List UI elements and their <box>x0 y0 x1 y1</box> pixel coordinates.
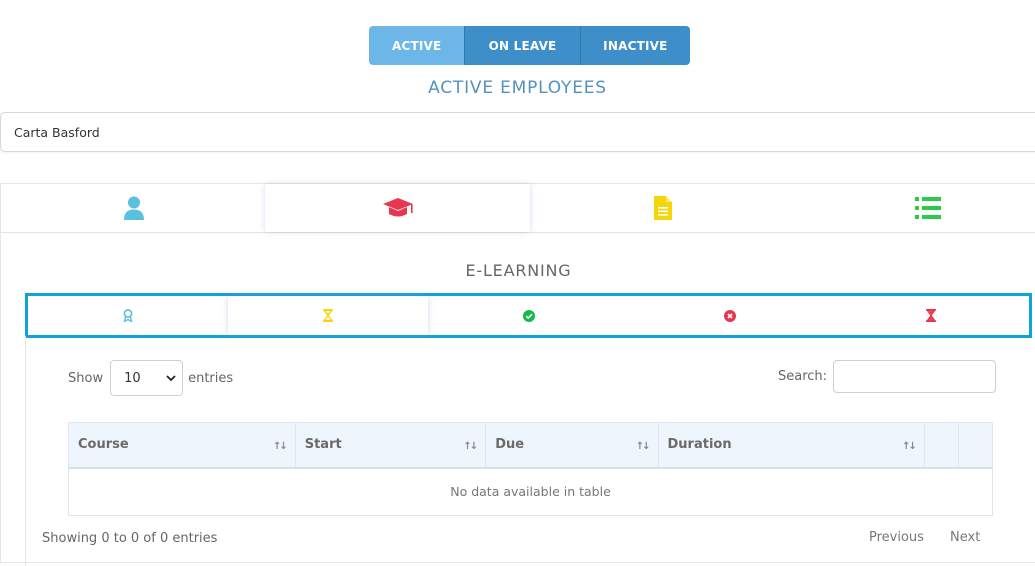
status-toggle-group: ACTIVE ON LEAVE INACTIVE <box>369 26 690 65</box>
graduation-cap-icon <box>382 198 413 217</box>
sub-tab-expired[interactable] <box>831 296 1031 335</box>
list-icon <box>914 197 941 219</box>
tab-documents[interactable] <box>530 184 795 232</box>
search-input[interactable] <box>833 360 997 393</box>
chevron-down-icon <box>166 374 176 381</box>
section-title: E-LEARNING <box>465 261 572 280</box>
user-icon <box>123 196 144 220</box>
tab-list[interactable] <box>795 184 1035 232</box>
table-info: Showing 0 to 0 of 0 entries <box>42 531 218 546</box>
search-label: Search: <box>778 369 828 384</box>
sub-tab-certificates[interactable] <box>28 296 228 335</box>
table-search: Search: <box>778 360 997 393</box>
table-header-row: Course ↑↓ Start ↑↓ Due ↑↓ Duration ↑↓ <box>68 422 994 469</box>
table-row: No data available in table <box>68 467 993 516</box>
column-header-action-2 <box>957 422 994 469</box>
entries-label: entries <box>188 370 234 386</box>
column-header-duration[interactable]: Duration ↑↓ <box>657 422 925 469</box>
courses-table: Course ↑↓ Start ↑↓ Due ↑↓ Duration ↑↓ No dat… <box>68 422 994 516</box>
tab-profile[interactable] <box>1 184 266 232</box>
empty-table-message: No data available in table <box>68 467 993 516</box>
sub-tab-in-progress[interactable] <box>228 296 428 335</box>
employee-card: E-LEARNING Show 10 entries Search: Cours… <box>0 183 1035 566</box>
hourglass-icon <box>323 309 333 322</box>
employee-select[interactable]: Carta Basford <box>0 112 1035 152</box>
times-circle-icon <box>724 309 736 322</box>
tab-elearning[interactable] <box>265 184 530 232</box>
hourglass-end-icon <box>926 309 936 322</box>
previous-page-button[interactable]: Previous <box>869 530 924 545</box>
main-tabs <box>1 184 1035 233</box>
status-active-button[interactable]: ACTIVE <box>369 26 465 65</box>
check-circle-icon <box>523 309 535 322</box>
page-length-control: Show 10 entries <box>68 360 233 396</box>
sub-tab-failed[interactable] <box>630 296 830 335</box>
sort-icon: ↑↓ <box>272 441 288 452</box>
page-title: ACTIVE EMPLOYEES <box>428 78 607 98</box>
page-length-select[interactable]: 10 <box>110 360 184 396</box>
elearning-sub-tabs <box>25 293 1032 338</box>
sort-icon: ↑↓ <box>635 441 651 452</box>
status-inactive-button[interactable]: INACTIVE <box>579 26 690 65</box>
column-header-action-1 <box>923 422 959 469</box>
show-label: Show <box>68 370 104 386</box>
status-on-leave-button[interactable]: ON LEAVE <box>464 26 580 65</box>
column-header-start[interactable]: Start ↑↓ <box>294 422 487 469</box>
next-page-button[interactable]: Next <box>950 530 980 545</box>
award-icon <box>123 309 133 322</box>
column-header-due[interactable]: Due ↑↓ <box>485 422 659 469</box>
sort-icon: ↑↓ <box>463 441 478 452</box>
column-header-course[interactable]: Course ↑↓ <box>68 422 296 469</box>
sort-icon: ↑↓ <box>902 441 917 452</box>
sub-tab-completed[interactable] <box>429 296 629 335</box>
page-length-value: 10 <box>124 370 141 386</box>
document-icon <box>653 196 672 220</box>
